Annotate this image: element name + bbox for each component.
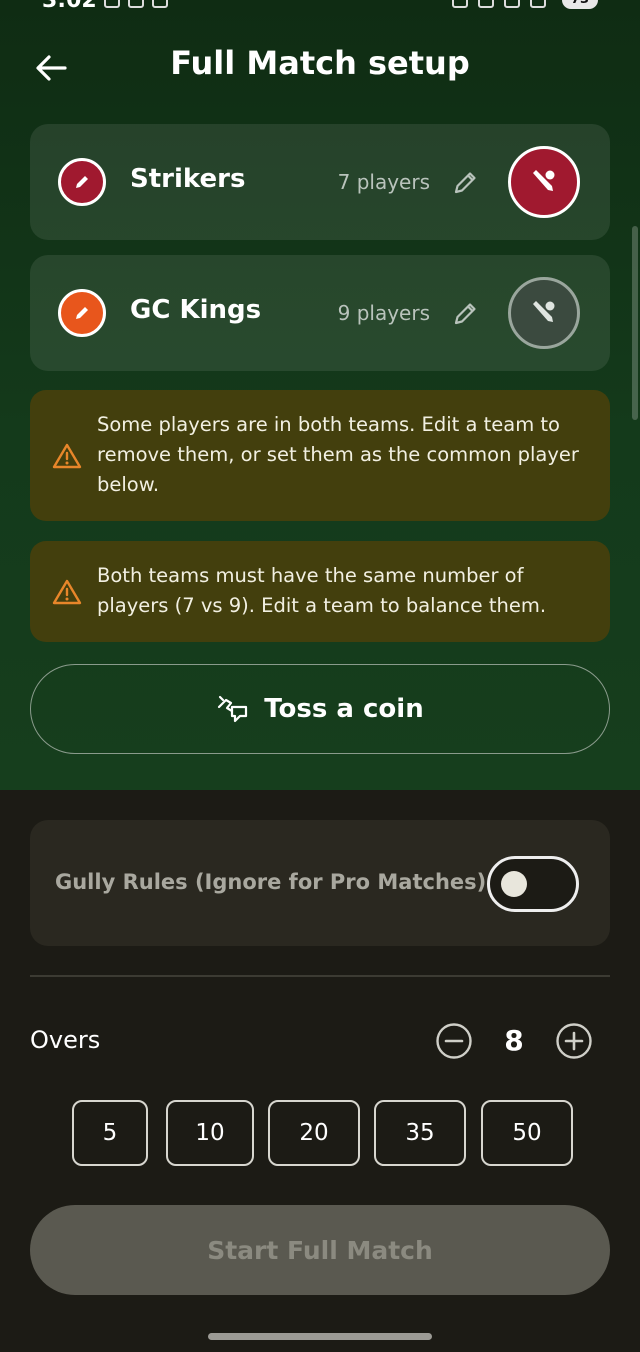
increase-overs-button[interactable] xyxy=(555,1022,593,1060)
signal-icon xyxy=(530,0,546,8)
overs-value: 8 xyxy=(504,1024,524,1057)
wifi-icon xyxy=(504,0,520,8)
team-player-count: 9 players xyxy=(337,301,430,325)
warning-text: Both teams must have the same number of … xyxy=(97,564,547,617)
notification-icon xyxy=(104,0,120,8)
overs-preset-button[interactable]: 5 xyxy=(72,1100,148,1166)
start-full-match-button[interactable]: Start Full Match xyxy=(30,1205,610,1295)
warning-duplicate-players: Some players are in both teams. Edit a t… xyxy=(30,390,610,521)
toss-coin-label: Toss a coin xyxy=(264,694,424,724)
scrollbar[interactable] xyxy=(632,226,638,420)
team-card-gc-kings[interactable]: GC Kings 9 players xyxy=(30,255,610,371)
cricket-bat-ball-icon xyxy=(533,170,555,191)
warning-text: Some players are in both teams. Edit a t… xyxy=(97,413,579,496)
status-time: 3:02 xyxy=(42,0,97,13)
toggle-knob xyxy=(501,871,527,897)
system-icons xyxy=(452,0,546,8)
overs-preset-button[interactable]: 50 xyxy=(481,1100,573,1166)
pencil-icon xyxy=(454,303,476,325)
toss-coin-button[interactable]: Toss a coin xyxy=(30,664,610,754)
team-name: Strikers xyxy=(130,164,246,194)
pencil-icon xyxy=(76,176,88,188)
edit-team-button[interactable] xyxy=(448,166,482,200)
notification-icon xyxy=(152,0,168,8)
warning-icon xyxy=(52,579,82,605)
battery-indicator: 73 xyxy=(562,0,598,9)
decrease-overs-button[interactable] xyxy=(435,1022,473,1060)
mute-icon xyxy=(478,0,494,8)
gully-rules-card: Gully Rules (Ignore for Pro Matches) xyxy=(30,820,610,946)
team-card-strikers[interactable]: Strikers 7 players xyxy=(30,124,610,240)
edit-team-button[interactable] xyxy=(448,297,482,331)
pencil-icon xyxy=(454,172,476,194)
cricket-bat-ball-icon xyxy=(533,301,555,322)
gully-rules-toggle[interactable] xyxy=(487,856,579,912)
team-edit-badge[interactable] xyxy=(58,289,106,337)
team-logo[interactable] xyxy=(508,277,580,349)
team-logo[interactable] xyxy=(508,146,580,218)
team-name: GC Kings xyxy=(130,295,262,325)
overs-preset-button[interactable]: 20 xyxy=(268,1100,360,1166)
divider xyxy=(30,975,610,977)
team-edit-badge[interactable] xyxy=(58,158,106,206)
warning-unbalanced-teams: Both teams must have the same number of … xyxy=(30,541,610,642)
warning-icon xyxy=(52,443,82,469)
status-bar: 3:02 73 xyxy=(0,0,640,14)
overs-label: Overs xyxy=(30,1026,101,1054)
gully-rules-label: Gully Rules (Ignore for Pro Matches) xyxy=(55,870,487,894)
overs-preset-button[interactable]: 10 xyxy=(166,1100,254,1166)
pencil-icon xyxy=(76,307,88,319)
instagram-icon xyxy=(128,0,144,8)
notification-icons xyxy=(104,0,168,8)
home-indicator[interactable] xyxy=(208,1333,432,1340)
coin-toss-icon xyxy=(218,695,248,723)
team-player-count: 7 players xyxy=(337,170,430,194)
plus-circle-icon xyxy=(556,1023,592,1059)
page-title: Full Match setup xyxy=(170,44,470,82)
cast-icon xyxy=(452,0,468,8)
overs-preset-button[interactable]: 35 xyxy=(374,1100,466,1166)
minus-circle-icon xyxy=(436,1023,472,1059)
